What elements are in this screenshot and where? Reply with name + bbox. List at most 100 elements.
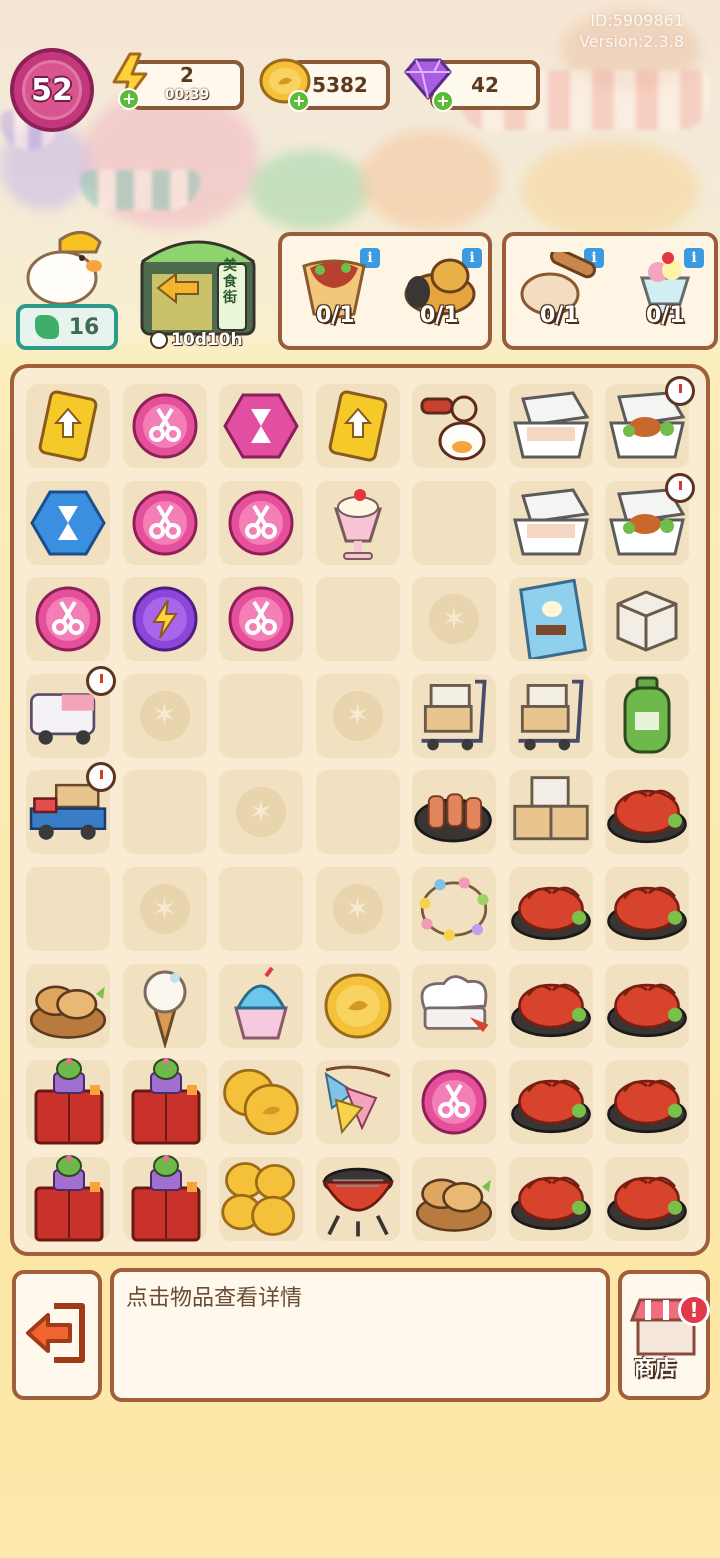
milkshake-icon[interactable]	[316, 481, 400, 565]
board-cell[interactable]	[605, 867, 689, 951]
duck-level-card[interactable]: 16	[16, 304, 118, 350]
coin-icon[interactable]	[316, 964, 400, 1048]
exit-button[interactable]	[12, 1270, 102, 1400]
string-lights-icon[interactable]	[412, 867, 496, 951]
board-cell[interactable]: ✶	[315, 673, 400, 758]
board-cell[interactable]: ✶	[219, 770, 303, 855]
board-cell[interactable]	[26, 480, 110, 565]
shop-button[interactable]: 商店 !	[618, 1270, 710, 1400]
board-cell[interactable]: ✶	[315, 867, 400, 951]
gas-canister-icon[interactable]	[605, 674, 689, 758]
board-cell[interactable]	[315, 1060, 400, 1145]
board-cell[interactable]	[605, 376, 695, 468]
add-coins-button[interactable]: +	[288, 90, 310, 112]
board-cell[interactable]	[412, 963, 496, 1048]
board-cell[interactable]	[122, 480, 207, 565]
board-cell[interactable]	[122, 384, 207, 468]
board-cell[interactable]	[605, 1156, 689, 1241]
order-card-1[interactable]: i i 0/1 0/1	[278, 232, 492, 350]
snack-bag-icon[interactable]	[509, 577, 593, 661]
board-cell[interactable]	[219, 384, 303, 468]
crayfish-icon[interactable]	[605, 1060, 689, 1144]
hand-truck-icon[interactable]	[412, 674, 496, 758]
board-cell[interactable]	[605, 577, 689, 662]
cabinet-cactus-icon[interactable]	[123, 1058, 207, 1145]
scissors-orb-icon[interactable]	[412, 1060, 496, 1144]
crayfish-icon[interactable]	[605, 964, 689, 1048]
board-cell[interactable]	[412, 673, 496, 758]
energy-orb-icon[interactable]	[123, 577, 207, 661]
board-cell[interactable]	[122, 1154, 207, 1242]
board-cell[interactable]	[219, 480, 303, 565]
board-cell[interactable]	[315, 770, 400, 855]
bunting-flags-icon[interactable]	[316, 1060, 400, 1144]
board-cell[interactable]	[26, 1154, 110, 1242]
bread-basket-icon[interactable]	[412, 1157, 496, 1241]
board-cell[interactable]	[219, 963, 303, 1048]
board-cell[interactable]	[26, 762, 116, 855]
board-cell[interactable]	[219, 867, 303, 951]
ice-cream-cone-icon[interactable]	[123, 964, 207, 1048]
board-cell[interactable]	[26, 1058, 110, 1145]
grill-icon[interactable]	[316, 1157, 400, 1241]
cabinet-cactus-icon[interactable]	[26, 1154, 110, 1242]
board-cell[interactable]	[412, 1060, 496, 1145]
chef-hat-icon[interactable]	[412, 964, 496, 1048]
board-cell[interactable]	[412, 770, 496, 855]
board-cell[interactable]	[315, 963, 400, 1048]
board-cell[interactable]	[122, 963, 207, 1048]
scissors-orb-icon[interactable]	[219, 577, 303, 661]
board-cell[interactable]	[122, 1058, 207, 1145]
keychain-icon[interactable]	[412, 384, 496, 468]
coin-pile-large-icon[interactable]	[219, 1157, 303, 1241]
board-cell[interactable]	[315, 577, 400, 662]
board-cell[interactable]	[412, 867, 496, 951]
crayfish-icon[interactable]	[509, 964, 593, 1048]
board-cell[interactable]	[26, 867, 110, 951]
duck-worker-icon[interactable]	[22, 226, 112, 310]
board-cell[interactable]	[26, 577, 110, 662]
board-cell[interactable]: ✶	[122, 867, 207, 951]
board-cell[interactable]	[315, 384, 400, 468]
board-cell[interactable]	[315, 1156, 400, 1241]
skewer-tray-icon[interactable]	[412, 770, 496, 854]
shaved-ice-icon[interactable]	[219, 964, 303, 1048]
board-cell[interactable]	[605, 963, 689, 1048]
board-cell[interactable]	[605, 1060, 689, 1145]
board-cell[interactable]	[605, 770, 689, 855]
board-cell[interactable]	[412, 1156, 496, 1241]
board-cell[interactable]	[122, 770, 207, 855]
board-cell[interactable]	[122, 577, 207, 662]
bread-basket-icon[interactable]	[26, 964, 110, 1048]
scissors-orb-icon[interactable]	[123, 481, 207, 565]
scissors-orb-icon[interactable]	[26, 577, 110, 661]
board-cell[interactable]	[508, 673, 593, 758]
board-cell[interactable]	[508, 480, 593, 565]
crayfish-icon[interactable]	[605, 770, 689, 854]
board-cell[interactable]	[219, 1156, 303, 1241]
crayfish-icon[interactable]	[509, 1157, 593, 1241]
board-cell[interactable]	[315, 480, 400, 565]
hourglass-gem-blue-icon[interactable]	[26, 481, 110, 565]
ticket-icon[interactable]	[316, 384, 400, 468]
board-cell[interactable]	[508, 963, 593, 1048]
crayfish-icon[interactable]	[605, 867, 689, 951]
scissors-orb-icon[interactable]	[219, 481, 303, 565]
order-card-2[interactable]: i i 0/1 0/1	[502, 232, 718, 350]
crayfish-icon[interactable]	[509, 1060, 593, 1144]
hourglass-gem-pink-icon[interactable]	[219, 384, 303, 468]
board-cell[interactable]	[219, 1060, 303, 1145]
cabinet-cactus-icon[interactable]	[26, 1058, 110, 1145]
board-cell[interactable]	[605, 673, 689, 758]
crayfish-icon[interactable]	[605, 1157, 689, 1241]
hand-truck-icon[interactable]	[509, 674, 593, 758]
cabinet-cactus-icon[interactable]	[123, 1154, 207, 1242]
board-cell[interactable]	[508, 1060, 593, 1145]
box-stack-icon[interactable]	[509, 770, 593, 854]
board-cell[interactable]	[508, 867, 593, 951]
board-cell[interactable]	[508, 577, 593, 662]
scissors-orb-icon[interactable]	[123, 384, 207, 468]
board-cell[interactable]: ✶	[122, 673, 207, 758]
board-cell[interactable]	[412, 384, 496, 468]
level-badge[interactable]: 52	[10, 48, 94, 132]
